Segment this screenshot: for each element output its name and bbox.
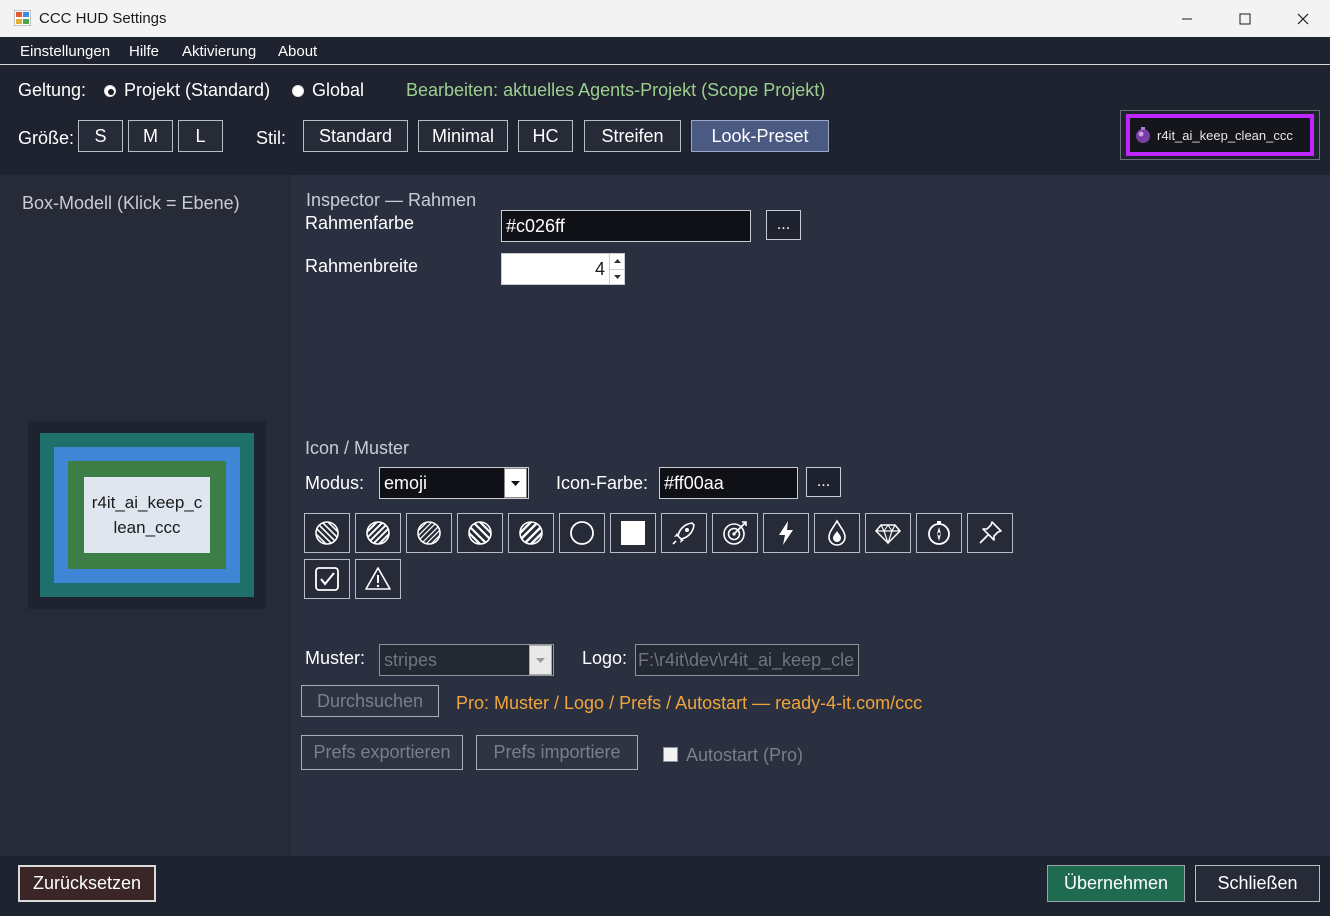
scope-global-radio[interactable]	[292, 85, 304, 97]
pattern-stripes-icon[interactable]	[304, 513, 350, 553]
style-look-preset-button[interactable]: Look-Preset	[691, 120, 829, 152]
stepper-down-icon[interactable]	[610, 270, 624, 285]
menu-hilfe[interactable]: Hilfe	[129, 43, 159, 60]
border-width-stepper[interactable]: 4	[501, 253, 625, 285]
size-l-button[interactable]: L	[178, 120, 223, 152]
rocket-icon[interactable]	[661, 513, 707, 553]
browse-button[interactable]: Durchsuchen	[301, 685, 439, 717]
app-icon	[13, 9, 32, 27]
logo-label: Logo:	[582, 648, 628, 668]
scope-global-label[interactable]: Global	[312, 80, 364, 101]
diamond-icon[interactable]	[865, 513, 911, 553]
chevron-down-icon[interactable]	[529, 645, 552, 675]
inspector-title: Inspector — Rahmen	[306, 190, 477, 210]
import-prefs-button[interactable]: Prefs importiere	[476, 735, 638, 770]
lightning-icon[interactable]	[763, 513, 809, 553]
square-icon[interactable]	[610, 513, 656, 553]
close-icon	[1297, 13, 1309, 24]
stepper-arrows[interactable]	[609, 254, 624, 284]
window-title: CCC HUD Settings	[39, 10, 167, 27]
logo-path-input[interactable]: F:\r4it\dev\r4it_ai_keep_cle	[635, 644, 859, 676]
apply-button[interactable]: Übernehmen	[1047, 865, 1185, 902]
pin-icon[interactable]	[967, 513, 1013, 553]
pattern-diagonal-dense-icon[interactable]	[406, 513, 452, 553]
pattern-select[interactable]: stripes	[379, 644, 554, 676]
size-m-button[interactable]: M	[128, 120, 173, 152]
close-button[interactable]: Schließen	[1195, 865, 1320, 902]
border-width-label: Rahmenbreite	[305, 256, 419, 276]
style-hc-button[interactable]: HC	[518, 120, 573, 152]
autostart-checkbox[interactable]	[663, 747, 678, 762]
badge-orb-icon	[1136, 127, 1150, 143]
chevron-down-icon[interactable]	[504, 468, 527, 498]
maximize-icon	[1239, 13, 1251, 24]
reset-button[interactable]: Zurücksetzen	[18, 865, 156, 902]
scope-project-label[interactable]: Projekt (Standard)	[124, 80, 270, 101]
pattern-label: Muster:	[305, 648, 366, 668]
scope-project-radio[interactable]	[104, 85, 116, 97]
minimize-icon	[1182, 18, 1192, 19]
style-standard-button[interactable]: Standard	[303, 120, 408, 152]
style-streifen-button[interactable]: Streifen	[584, 120, 681, 152]
border-width-value: 4	[594, 258, 605, 279]
box-model-title: Box-Modell (Klick = Ebene)	[22, 193, 240, 213]
pattern-value: stripes	[384, 649, 438, 670]
icon-color-input[interactable]: #ff00aa	[659, 467, 798, 499]
pattern-diagonal-icon[interactable]	[355, 513, 401, 553]
circle-icon[interactable]	[559, 513, 605, 553]
autostart-label[interactable]: Autostart (Pro)	[686, 745, 803, 766]
icon-section-title: Icon / Muster	[305, 438, 410, 458]
pattern-stripes-reverse-icon[interactable]	[457, 513, 503, 553]
title-bar	[0, 0, 1330, 37]
border-color-label: Rahmenfarbe	[305, 213, 415, 233]
style-label: Stil:	[256, 128, 287, 148]
minimize-button[interactable]	[1158, 0, 1216, 37]
drop-icon[interactable]	[814, 513, 860, 553]
checkbox-icon[interactable]	[304, 559, 350, 599]
border-color-input[interactable]: #c026ff	[501, 210, 751, 242]
box-model-content-layer[interactable]: r4it_ai_keep_c lean_ccc	[84, 477, 210, 553]
scope-status: Bearbeiten: aktuelles Agents-Projekt (Sc…	[406, 80, 826, 100]
menu-einstellungen[interactable]: Einstellungen	[20, 43, 110, 60]
pattern-diagonal-wide-icon[interactable]	[508, 513, 554, 553]
maximize-button[interactable]	[1216, 0, 1274, 37]
scope-label: Geltung:	[18, 80, 87, 100]
icon-mode-label: Modus:	[305, 473, 365, 493]
target-icon[interactable]	[712, 513, 758, 553]
icon-color-picker-button[interactable]: ...	[806, 467, 841, 497]
icon-color-label: Icon-Farbe:	[556, 473, 649, 493]
export-prefs-button[interactable]: Prefs exportieren	[301, 735, 463, 770]
stepper-up-icon[interactable]	[610, 254, 624, 270]
compass-icon[interactable]	[916, 513, 962, 553]
menu-about[interactable]: About	[278, 43, 317, 60]
preview-badge[interactable]: r4it_ai_keep_clean_ccc	[1126, 114, 1314, 156]
border-color-picker-button[interactable]: ...	[766, 210, 801, 240]
style-minimal-button[interactable]: Minimal	[418, 120, 508, 152]
size-label: Größe:	[18, 128, 75, 148]
preview-badge-label: r4it_ai_keep_clean_ccc	[1157, 127, 1293, 143]
pro-note: Pro: Muster / Logo / Prefs / Autostart —…	[456, 693, 923, 713]
close-window-button[interactable]	[1274, 0, 1330, 37]
icon-mode-select[interactable]: emoji	[379, 467, 529, 499]
menu-aktivierung[interactable]: Aktivierung	[182, 43, 256, 60]
icon-mode-value: emoji	[384, 472, 428, 493]
size-s-button[interactable]: S	[78, 120, 123, 152]
warning-icon[interactable]	[355, 559, 401, 599]
